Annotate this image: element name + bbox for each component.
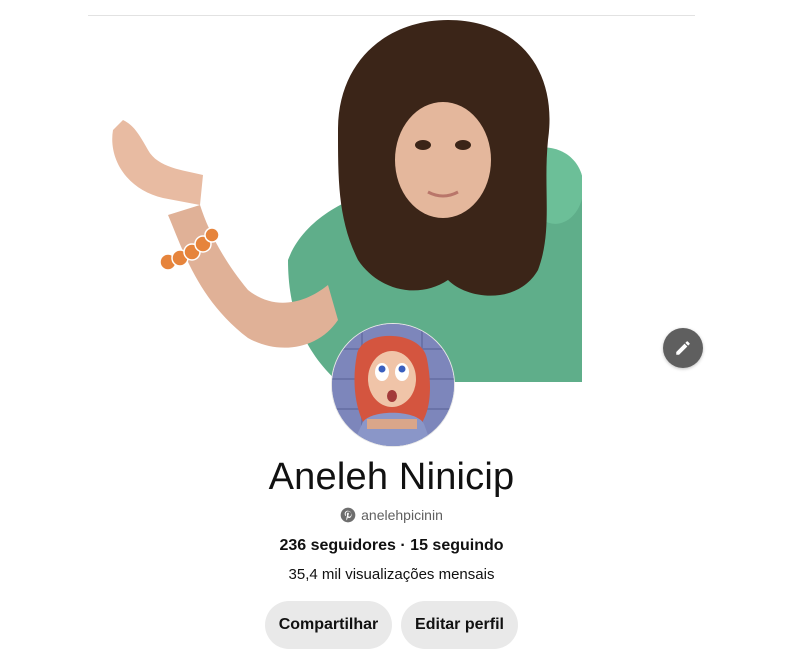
edit-profile-button[interactable]: Editar perfil xyxy=(401,601,518,649)
monthly-views: 35,4 mil visualizações mensais xyxy=(288,566,495,583)
following-count[interactable]: 15 seguindo xyxy=(410,537,503,554)
top-divider xyxy=(88,15,695,16)
username-row: anelehpicinin xyxy=(0,507,783,523)
pinterest-logo-icon xyxy=(340,507,356,523)
avatar-illustration xyxy=(332,324,454,446)
follow-stats: 236 seguidores · 15 seguindo xyxy=(0,537,783,555)
share-button[interactable]: Compartilhar xyxy=(265,601,392,649)
followers-count[interactable]: 236 seguidores xyxy=(279,537,396,554)
profile-name: Aneleh Ninicip xyxy=(268,456,515,498)
edit-cover-button[interactable] xyxy=(663,328,703,368)
username[interactable]: anelehpicinin xyxy=(361,507,443,523)
pencil-icon xyxy=(676,341,690,355)
avatar[interactable] xyxy=(331,323,455,447)
stats-separator: · xyxy=(395,537,411,554)
